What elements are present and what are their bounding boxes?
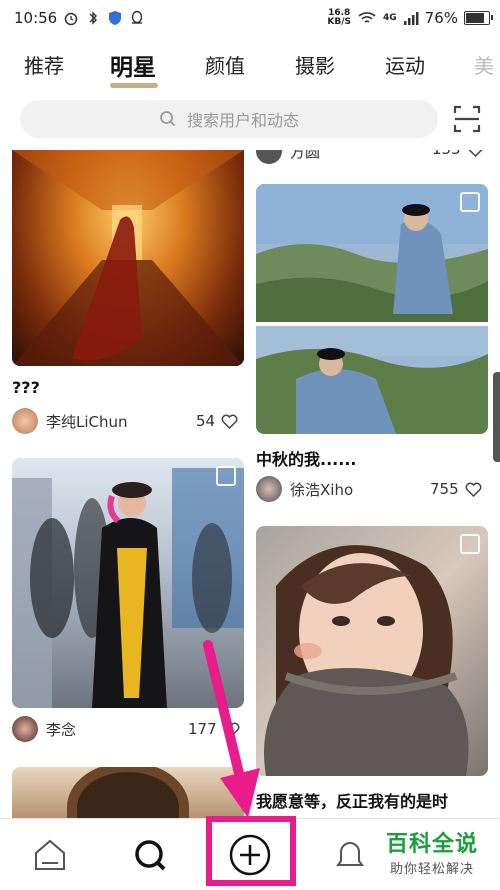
- avatar: [256, 476, 282, 502]
- author-name: 李纯LiChun: [46, 412, 128, 431]
- heart-icon: [468, 150, 482, 157]
- tab-beauty[interactable]: 美: [474, 50, 494, 79]
- post-title: 我愿意等，反正我有的是时: [256, 792, 449, 811]
- avatar: [256, 150, 282, 164]
- tab-photography[interactable]: 摄影: [295, 50, 335, 79]
- post-title: ???: [12, 378, 40, 397]
- search-icon: [160, 111, 176, 127]
- heart-icon: [465, 482, 482, 497]
- post-image[interactable]: [12, 150, 244, 366]
- like-count: 54: [196, 412, 216, 430]
- scrollbar[interactable]: [493, 372, 500, 462]
- battery-percent: 76%: [424, 9, 458, 27]
- author-name: 徐浩Xiho: [290, 480, 354, 499]
- like-button[interactable]: 54: [196, 412, 238, 430]
- post-image[interactable]: [256, 184, 488, 434]
- status-time: 10:56: [14, 9, 58, 27]
- like-count: 155: [432, 150, 461, 158]
- multi-image-icon: [216, 466, 236, 486]
- tab-sports[interactable]: 运动: [385, 50, 425, 79]
- watermark-subtitle: 助你轻松解决: [389, 862, 474, 877]
- net-speed: 16.8 KB/S: [327, 9, 351, 27]
- author-name: 方圆: [290, 150, 321, 161]
- hallway-illustration: [12, 150, 244, 366]
- watermark: 百科全说 助你轻松解决: [372, 826, 492, 877]
- scan-icon[interactable]: [452, 104, 482, 134]
- highlight-box: [206, 816, 296, 886]
- post-author[interactable]: 李念: [12, 716, 76, 742]
- arrow-annotation: [203, 640, 260, 818]
- tab-looks[interactable]: 颜值: [205, 50, 245, 79]
- mountain-illustration: [256, 184, 488, 434]
- discover-icon[interactable]: [130, 835, 170, 875]
- post-image[interactable]: [256, 526, 488, 776]
- notification-bell-icon[interactable]: [330, 835, 370, 875]
- status-bar: 10:56 16.8 KB/S 4G 76%: [0, 0, 500, 36]
- qq-icon: [132, 10, 143, 24]
- heart-icon: [221, 414, 238, 429]
- signal-label: 4G: [383, 13, 397, 23]
- bluetooth-icon: [89, 11, 98, 25]
- avatar: [12, 408, 38, 434]
- battery-icon: [464, 11, 493, 25]
- multi-image-icon: [460, 534, 480, 554]
- like-button[interactable]: 155: [432, 150, 484, 158]
- portrait-illustration: [264, 545, 469, 776]
- like-count: 755: [430, 480, 459, 498]
- tab-recommend[interactable]: 推荐: [24, 50, 64, 79]
- like-button[interactable]: 755: [430, 480, 482, 498]
- category-tabs: 推荐 明星 颜值 摄影 运动 美: [0, 40, 500, 90]
- post-author[interactable]: 方圆: [256, 150, 320, 164]
- tab-celebrity[interactable]: 明星: [110, 48, 156, 82]
- multi-image-icon: [460, 192, 480, 212]
- home-icon[interactable]: [30, 835, 70, 875]
- shield-icon: [109, 11, 122, 25]
- search-placeholder: 搜索用户和动态: [186, 111, 299, 130]
- post-title: 中秋的我......: [256, 450, 357, 469]
- active-tab-indicator: [110, 83, 158, 88]
- author-name: 李念: [46, 720, 77, 739]
- search-input[interactable]: 搜索用户和动态: [20, 100, 438, 138]
- avatar: [12, 716, 38, 742]
- alarm-icon: [64, 12, 78, 26]
- wifi-icon: [358, 12, 376, 23]
- watermark-title: 百科全说: [385, 832, 478, 857]
- signal-icon: [403, 12, 419, 25]
- post-author[interactable]: 徐浩Xiho: [256, 476, 353, 502]
- net-speed-unit: KB/S: [327, 17, 351, 27]
- post-author[interactable]: 李纯LiChun: [12, 408, 128, 434]
